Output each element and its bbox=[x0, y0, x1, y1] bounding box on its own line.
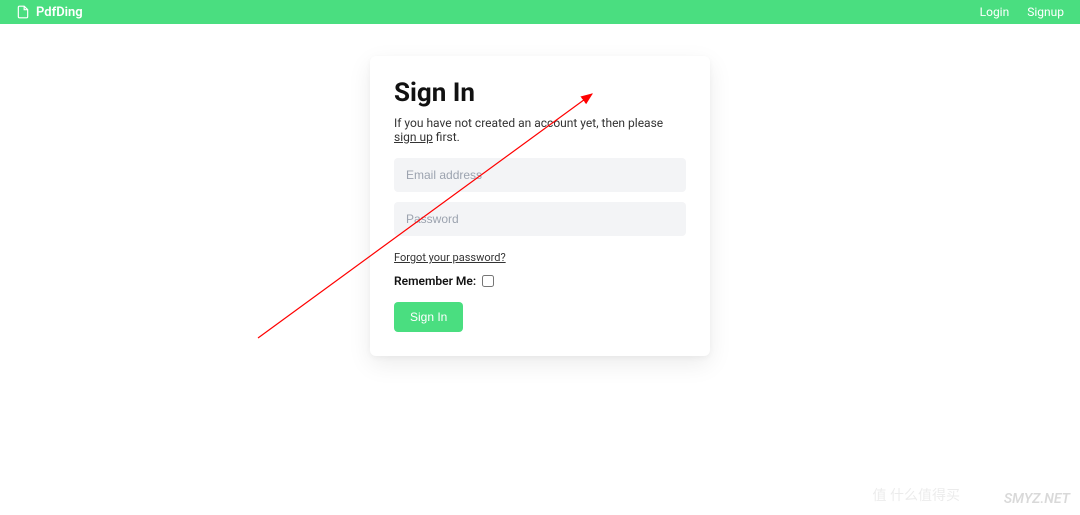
nav-links: Login Signup bbox=[980, 5, 1064, 19]
header-bar: PdfDing Login Signup bbox=[0, 0, 1080, 24]
remember-row: Remember Me: bbox=[394, 274, 686, 288]
document-icon bbox=[16, 5, 30, 19]
signin-card: Sign In If you have not created an accou… bbox=[370, 56, 710, 356]
email-input[interactable] bbox=[394, 158, 686, 192]
main-container: Sign In If you have not created an accou… bbox=[0, 24, 1080, 356]
card-subtitle: If you have not created an account yet, … bbox=[394, 116, 686, 144]
password-input[interactable] bbox=[394, 202, 686, 236]
watermark-right: SMYZ.NET bbox=[1004, 491, 1070, 507]
brand-label: PdfDing bbox=[36, 5, 83, 20]
subtitle-suffix: first. bbox=[433, 130, 460, 144]
remember-label: Remember Me: bbox=[394, 274, 476, 288]
signup-link[interactable]: Signup bbox=[1027, 5, 1064, 19]
watermark-left: 值 什么值得买 bbox=[873, 485, 960, 505]
forgot-password-link[interactable]: Forgot your password? bbox=[394, 251, 506, 264]
signup-inline-link[interactable]: sign up bbox=[394, 130, 433, 144]
brand[interactable]: PdfDing bbox=[16, 5, 83, 20]
signin-button[interactable]: Sign In bbox=[394, 302, 463, 332]
subtitle-prefix: If you have not created an account yet, … bbox=[394, 116, 663, 130]
card-title: Sign In bbox=[394, 78, 686, 108]
login-link[interactable]: Login bbox=[980, 5, 1010, 19]
remember-checkbox[interactable] bbox=[482, 275, 494, 287]
